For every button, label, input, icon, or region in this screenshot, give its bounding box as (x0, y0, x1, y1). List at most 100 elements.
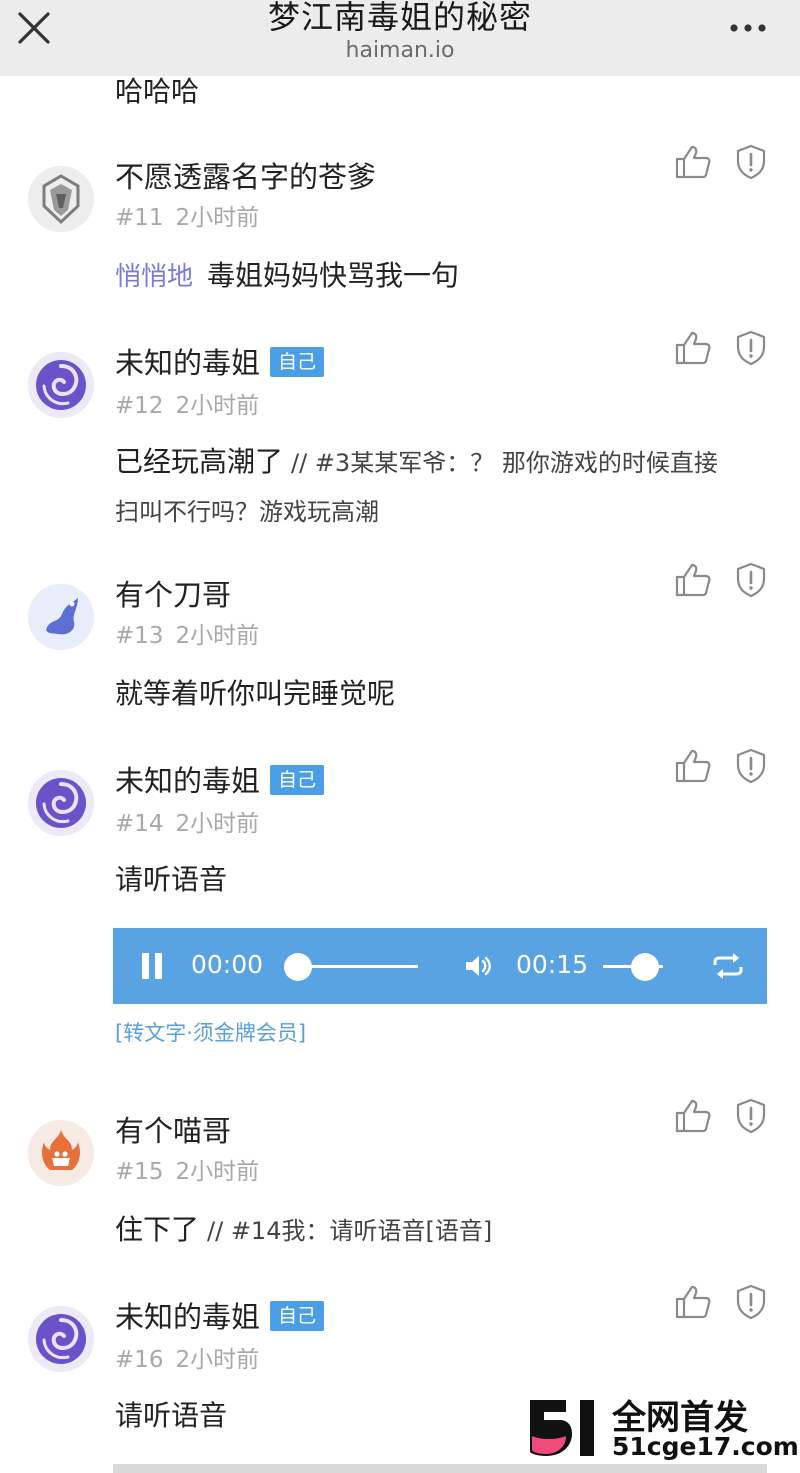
previous-comment-text: 哈哈哈 (115, 75, 200, 108)
username[interactable]: 未知的毒姐 自己 (115, 1294, 325, 1336)
comment-meta: #14 2小时前 (115, 804, 259, 838)
comment-meta: #12 2小时前 (115, 386, 259, 420)
comment-time: 2小时前 (175, 811, 260, 837)
comment-content-line2: 扫叫不行吗？游戏玩高潮 (115, 498, 379, 526)
avatar[interactable] (28, 584, 94, 650)
comment-text: 已经玩高潮了 (115, 445, 284, 478)
shield-icon (736, 144, 766, 180)
avatar[interactable] (28, 770, 94, 836)
avatar-flame-icon (28, 1120, 94, 1186)
volume-button[interactable] (463, 951, 493, 981)
like-button[interactable] (674, 748, 712, 784)
avatar-swirl-icon (28, 352, 94, 418)
audio-player: 00:00 00:15 (113, 928, 767, 1004)
comment-meta: #15 2小时前 (115, 1152, 259, 1186)
comment-content: 已经玩高潮了// #3某某军爷：？ 那你游戏的时候直接 (115, 440, 718, 480)
comment-content: 就等着听你叫完睡觉呢 (115, 672, 395, 712)
like-button[interactable] (674, 562, 712, 598)
floor-number: #16 (115, 1347, 164, 1373)
username[interactable]: 未知的毒姐 自己 (115, 340, 325, 382)
report-button[interactable] (735, 748, 767, 784)
avatar[interactable] (28, 166, 94, 232)
username[interactable]: 不愿透露名字的苍爹 (115, 154, 376, 196)
more-icon (730, 24, 766, 32)
comment-text: 请听语音 (115, 863, 228, 896)
comment-content: 住下了// #14我：请听语音[语音] (115, 1208, 492, 1248)
loop-button[interactable] (711, 950, 745, 982)
username[interactable]: 未知的毒姐 自己 (115, 758, 325, 800)
username-text: 未知的毒姐 (115, 1300, 261, 1334)
floor-number: #15 (115, 1159, 164, 1185)
comment-time: 2小时前 (175, 1347, 260, 1373)
page-domain: haiman.io (345, 38, 455, 63)
top-bar: 梦江南毒姐的秘密 haiman.io (0, 0, 800, 76)
shield-icon (736, 1284, 766, 1320)
floor-number: #12 (115, 393, 164, 419)
username-text: 未知的毒姐 (115, 764, 261, 798)
self-badge: 自己 (270, 765, 325, 795)
comment-time: 2小时前 (175, 623, 260, 649)
more-button[interactable] (726, 16, 770, 40)
thumb-up-icon (675, 331, 711, 365)
report-button[interactable] (735, 562, 767, 598)
volume-icon (466, 956, 491, 976)
loop-icon (713, 953, 743, 979)
username-text: 不愿透露名字的苍爹 (115, 160, 377, 194)
shield-icon (736, 562, 766, 598)
report-button[interactable] (735, 1098, 767, 1134)
comment-text: 请听语音 (115, 1399, 228, 1432)
thumb-up-icon (675, 1099, 711, 1133)
floor-number: #11 (115, 205, 164, 231)
avatar[interactable] (28, 1306, 94, 1372)
comment-content: 悄悄地 毒姐妈妈快骂我一句 (115, 254, 459, 294)
comment-content: 请听语音 (115, 858, 227, 898)
watermark-site: 51cge17.com (612, 1432, 799, 1461)
comment-meta: #13 2小时前 (115, 616, 259, 650)
thumb-up-icon (675, 563, 711, 597)
pause-icon (142, 953, 162, 979)
comment-time: 2小时前 (175, 205, 260, 231)
like-button[interactable] (674, 144, 712, 180)
avatar[interactable] (28, 1120, 94, 1186)
duration: 00:15 (516, 950, 589, 979)
watermark-logo (530, 1400, 594, 1456)
progress-knob[interactable] (284, 953, 312, 981)
like-button[interactable] (674, 1098, 712, 1134)
username-text: 有个刀哥 (115, 578, 232, 612)
volume-knob[interactable] (631, 953, 659, 981)
pause-button[interactable] (139, 950, 165, 982)
like-button[interactable] (674, 330, 712, 366)
transcribe-link[interactable]: [转文字·须金牌会员] (115, 1017, 306, 1047)
username[interactable]: 有个喵哥 (115, 1108, 231, 1150)
report-button[interactable] (735, 1284, 767, 1320)
self-badge: 自己 (270, 1301, 325, 1331)
comment-time: 2小时前 (175, 1159, 260, 1185)
report-button[interactable] (735, 330, 767, 366)
whisper-label: 悄悄地 (115, 262, 194, 292)
thumb-up-icon (675, 1285, 711, 1319)
thumb-up-icon (675, 145, 711, 179)
avatar[interactable] (28, 352, 94, 418)
shield-icon (736, 1098, 766, 1134)
comment-text: 住下了 (115, 1213, 200, 1246)
self-badge: 自己 (270, 347, 325, 377)
page-title: 梦江南毒姐的秘密 (267, 0, 532, 36)
avatar-dragon-icon (28, 584, 94, 650)
like-button[interactable] (674, 1284, 712, 1320)
progress-track[interactable] (298, 965, 418, 968)
report-button[interactable] (735, 144, 767, 180)
floor-number: #13 (115, 623, 164, 649)
username-text: 有个喵哥 (115, 1114, 232, 1148)
comment-meta: #11 2小时前 (115, 198, 259, 232)
quoted-reply: // #14我：请听语音[语音] (207, 1217, 493, 1245)
floor-number: #14 (115, 811, 164, 837)
comment-meta: #16 2小时前 (115, 1340, 259, 1374)
comment-time: 2小时前 (175, 393, 260, 419)
current-time: 00:00 (191, 950, 264, 979)
comment-content: 请听语音 (115, 1394, 227, 1434)
quoted-reply: // #3某某军爷：？ 那你游戏的时候直接 (291, 449, 718, 477)
shield-icon (736, 748, 766, 784)
comment-text: 毒姐妈妈快骂我一句 (207, 259, 460, 292)
username[interactable]: 有个刀哥 (115, 572, 231, 614)
avatar-swirl-icon (28, 770, 94, 836)
